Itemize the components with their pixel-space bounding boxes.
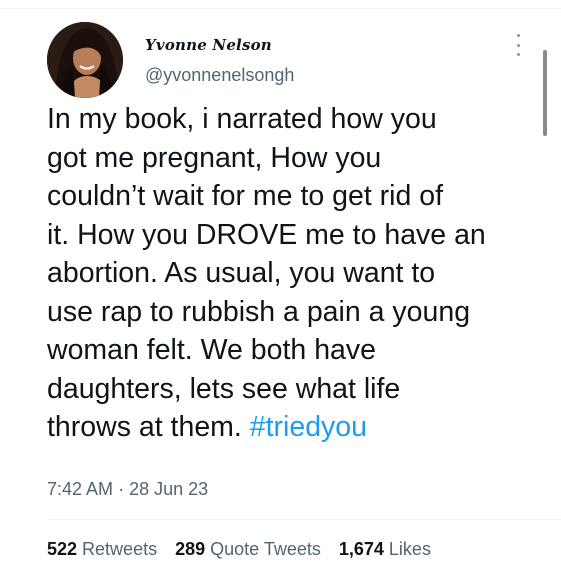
tweet-timestamp[interactable]: 7:42 AM · 28 Jun 23: [47, 479, 208, 500]
tweet-text: In my book, i narrated how you got me pr…: [47, 100, 547, 447]
tweet-text-line: it. How you DROVE me to have an: [47, 218, 486, 251]
stats-top-divider: [47, 519, 561, 520]
retweets-label: Retweets: [82, 539, 158, 559]
top-divider: [0, 0, 561, 9]
tweet-text-line: In my book, i narrated how you: [47, 103, 437, 135]
tweet-date: 28 Jun 23: [129, 479, 209, 499]
avatar[interactable]: [47, 22, 123, 98]
quote-tweets-count: 289: [175, 539, 206, 559]
likes-label: Likes: [388, 539, 431, 559]
tweet-text-line: woman felt. We both have: [47, 334, 376, 366]
hashtag-link[interactable]: #triedyou: [250, 411, 367, 443]
tweet-text-line: daughters, lets see what life: [47, 372, 401, 405]
quote-tweets-stat[interactable]: 289 Quote Tweets: [175, 539, 321, 560]
tweet-text-line: got me pregnant, How you: [47, 141, 382, 174]
tweet-text-line: abortion. As usual, you want to: [47, 257, 436, 289]
author-name[interactable]: Yvonne Nelson: [145, 36, 272, 54]
tweet-text-line: couldn’t wait for me to get rid of: [47, 180, 444, 212]
profile-photo-icon: [47, 22, 123, 98]
engagement-stats: 522 Retweets 289 Quote Tweets 1,674 Likes: [47, 539, 431, 560]
tweet-text-line: use rap to rubbish a pain a young: [47, 295, 471, 328]
more-options-icon[interactable]: [511, 34, 525, 56]
author-handle[interactable]: @yvonnenelsongh: [145, 65, 294, 86]
likes-count: 1,674: [338, 539, 384, 559]
retweets-stat[interactable]: 522 Retweets: [47, 539, 157, 560]
tweet-text-line: throws at them.: [47, 411, 250, 443]
retweets-count: 522: [47, 539, 78, 559]
meta-separator: ·: [118, 479, 125, 499]
quote-tweets-label: Quote Tweets: [210, 539, 321, 559]
tweet-time: 7:42 AM: [47, 479, 114, 499]
likes-stat[interactable]: 1,674 Likes: [339, 539, 431, 560]
